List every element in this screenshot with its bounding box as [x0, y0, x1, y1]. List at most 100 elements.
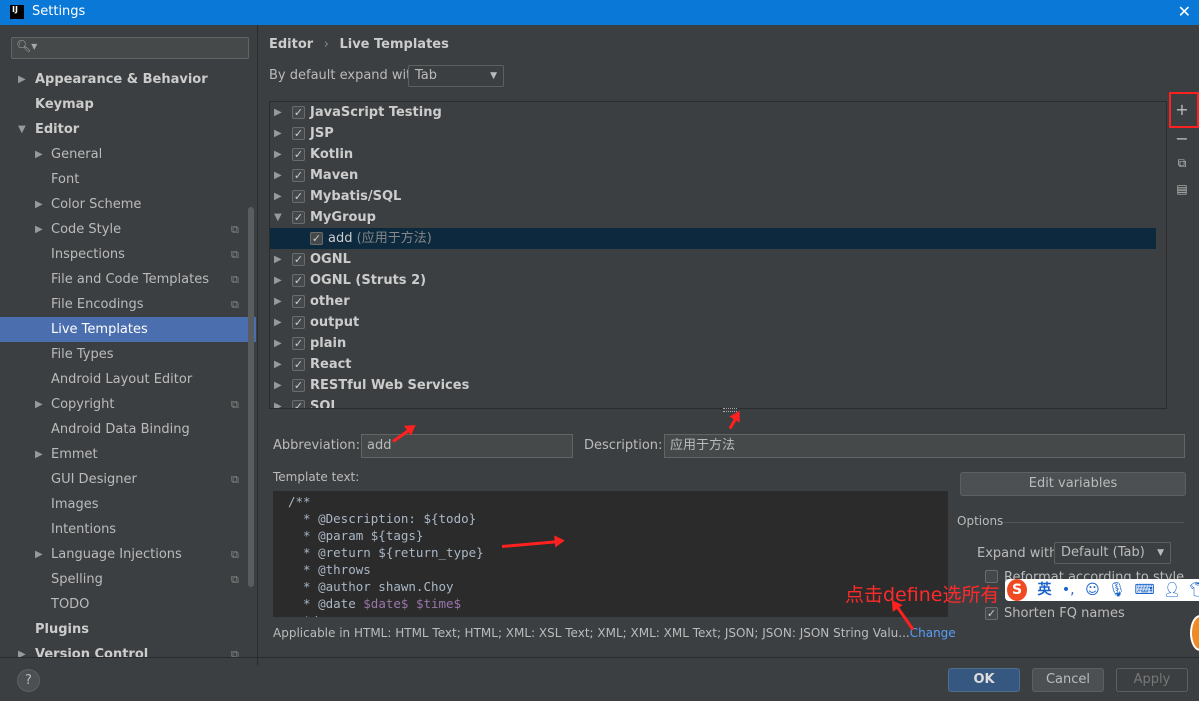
template-group[interactable]: ▶ ✓ SQL [270, 396, 1156, 408]
chevron-right-icon[interactable]: ▶ [274, 375, 282, 396]
sidebar-item-code-style[interactable]: ▶ Code Style ⧉ [0, 217, 256, 242]
template-group[interactable]: ▶ ✓ Maven [270, 165, 1156, 186]
chevron-right-icon[interactable]: ▶ [18, 67, 26, 92]
keyboard-icon[interactable]: ⌨ [1134, 582, 1154, 598]
sidebar-item-font[interactable]: Font [0, 167, 256, 192]
chevron-right-icon[interactable]: ▶ [274, 291, 282, 312]
shorten-fq-checkbox[interactable]: ✓ [985, 607, 998, 620]
chevron-right-icon[interactable]: ▶ [35, 142, 43, 167]
search-input[interactable]: 🔍︎▾ [11, 37, 249, 59]
chevron-right-icon[interactable]: ▶ [35, 192, 43, 217]
template-group[interactable]: ▶ ✓ React [270, 354, 1156, 375]
template-checkbox[interactable]: ✓ [292, 190, 305, 203]
sidebar-item-live-templates[interactable]: Live Templates [0, 317, 256, 342]
chevron-right-icon[interactable]: ▶ [274, 396, 282, 408]
ime-punctuation[interactable]: •, [1062, 582, 1075, 598]
sidebar-item-general[interactable]: ▶ General [0, 142, 256, 167]
template-checkbox[interactable]: ✓ [292, 127, 305, 140]
template-group[interactable]: ▶ ✓ Mybatis/SQL [270, 186, 1156, 207]
sidebar-item-intentions[interactable]: Intentions [0, 517, 256, 542]
sidebar-item-color-scheme[interactable]: ▶ Color Scheme [0, 192, 256, 217]
chevron-right-icon[interactable]: ▶ [35, 542, 43, 567]
template-checkbox[interactable]: ✓ [292, 169, 305, 182]
template-checkbox[interactable]: ✓ [292, 358, 305, 371]
sidebar-item-editor[interactable]: ▼ Editor [0, 117, 256, 142]
sidebar-item-inspections[interactable]: Inspections ⧉ [0, 242, 256, 267]
chevron-right-icon[interactable]: ▶ [35, 442, 43, 467]
chevron-right-icon[interactable]: ▶ [274, 354, 282, 375]
ime-language[interactable]: 英 [1037, 582, 1051, 598]
sidebar-item-spelling[interactable]: Spelling ⧉ [0, 567, 256, 592]
template-group[interactable]: ▶ ✓ Kotlin [270, 144, 1156, 165]
template-group[interactable]: ▶ ✓ JavaScript Testing [270, 102, 1156, 123]
cancel-button[interactable]: Cancel [1032, 668, 1104, 692]
expand-dropdown[interactable]: Tab ▼ [408, 65, 504, 87]
copy-button[interactable]: ⧉ [1172, 153, 1192, 173]
template-checkbox[interactable]: ✓ [292, 148, 305, 161]
sidebar-item-copyright[interactable]: ▶ Copyright ⧉ [0, 392, 256, 417]
chevron-right-icon[interactable]: ▶ [274, 312, 282, 333]
remove-button[interactable]: − [1172, 129, 1192, 149]
sidebar-item-version-control[interactable]: ▶ Version Control ⧉ [0, 642, 256, 667]
template-checkbox[interactable]: ✓ [292, 295, 305, 308]
expand-with-dropdown[interactable]: Default (Tab) ▼ [1054, 542, 1171, 564]
chevron-right-icon[interactable]: ▶ [274, 144, 282, 165]
template-group[interactable]: ▶ ✓ plain [270, 333, 1156, 354]
add-button[interactable]: + [1172, 100, 1192, 120]
sidebar-item-android-layout-editor[interactable]: Android Layout Editor [0, 367, 256, 392]
sidebar-item-todo[interactable]: TODO [0, 592, 256, 617]
change-link[interactable]: Change [910, 626, 956, 640]
chevron-down-icon[interactable]: ▼ [18, 117, 26, 142]
sidebar-item-gui-designer[interactable]: GUI Designer ⧉ [0, 467, 256, 492]
template-checkbox[interactable]: ✓ [292, 211, 305, 224]
template-group[interactable]: ▶ ✓ RESTful Web Services [270, 375, 1156, 396]
microphone-icon[interactable]: 🎙︎ [1108, 582, 1126, 598]
template-group[interactable]: ▼ ✓ MyGroup [270, 207, 1156, 228]
template-group[interactable]: ▶ ✓ output [270, 312, 1156, 333]
apply-button[interactable]: Apply [1116, 668, 1188, 692]
template-checkbox[interactable]: ✓ [292, 337, 305, 350]
sidebar-scrollbar[interactable] [248, 207, 254, 587]
abbreviation-input[interactable]: add [361, 434, 573, 458]
template-checkbox[interactable]: ✓ [310, 232, 323, 245]
template-group[interactable]: ▶ ✓ OGNL (Struts 2) [270, 270, 1156, 291]
chevron-right-icon[interactable]: ▶ [274, 186, 282, 207]
sidebar-item-language-injections[interactable]: ▶ Language Injections ⧉ [0, 542, 256, 567]
sidebar-item-android-data-binding[interactable]: Android Data Binding [0, 417, 256, 442]
chevron-right-icon[interactable]: ▶ [18, 642, 26, 667]
sidebar-item-appearance-behavior[interactable]: ▶ Appearance & Behavior [0, 67, 256, 92]
chevron-right-icon[interactable]: ▶ [274, 270, 282, 291]
sidebar-item-images[interactable]: Images [0, 492, 256, 517]
chevron-right-icon[interactable]: ▶ [35, 217, 43, 242]
template-checkbox[interactable]: ✓ [292, 379, 305, 392]
skin-icon[interactable]: 👕︎ [1189, 582, 1199, 598]
sidebar-item-plugins[interactable]: Plugins [0, 617, 256, 642]
chevron-right-icon[interactable]: ▶ [274, 249, 282, 270]
help-button[interactable]: ? [17, 669, 40, 692]
sidebar-item-file-and-code-templates[interactable]: File and Code Templates ⧉ [0, 267, 256, 292]
template-checkbox[interactable]: ✓ [292, 253, 305, 266]
template-checkbox[interactable]: ✓ [292, 316, 305, 329]
description-input[interactable]: 应用于方法 [664, 434, 1185, 458]
template-checkbox[interactable]: ✓ [292, 400, 305, 408]
template-group[interactable]: ▶ ✓ other [270, 291, 1156, 312]
chevron-down-icon[interactable]: ▼ [274, 207, 282, 228]
breadcrumb-editor[interactable]: Editor [269, 37, 313, 52]
sidebar-item-file-encodings[interactable]: File Encodings ⧉ [0, 292, 256, 317]
template-group[interactable]: ▶ ✓ JSP [270, 123, 1156, 144]
chevron-right-icon[interactable]: ▶ [274, 165, 282, 186]
sidebar-item-keymap[interactable]: Keymap [0, 92, 256, 117]
edit-variables-button[interactable]: Edit variables [960, 472, 1186, 496]
chevron-right-icon[interactable]: ▶ [274, 102, 282, 123]
chevron-right-icon[interactable]: ▶ [35, 392, 43, 417]
sidebar-item-file-types[interactable]: File Types [0, 342, 256, 367]
sidebar-item-emmet[interactable]: ▶ Emmet [0, 442, 256, 467]
ok-button[interactable]: OK [948, 668, 1020, 692]
template-checkbox[interactable]: ✓ [292, 106, 305, 119]
template-group[interactable]: ▶ ✓ OGNL [270, 249, 1156, 270]
close-button[interactable]: ✕ [1178, 2, 1191, 21]
user-icon[interactable]: 👤︎ [1163, 582, 1181, 598]
template-checkbox[interactable]: ✓ [292, 274, 305, 287]
emoji-icon[interactable]: ☺ [1085, 582, 1100, 598]
chevron-right-icon[interactable]: ▶ [274, 123, 282, 144]
